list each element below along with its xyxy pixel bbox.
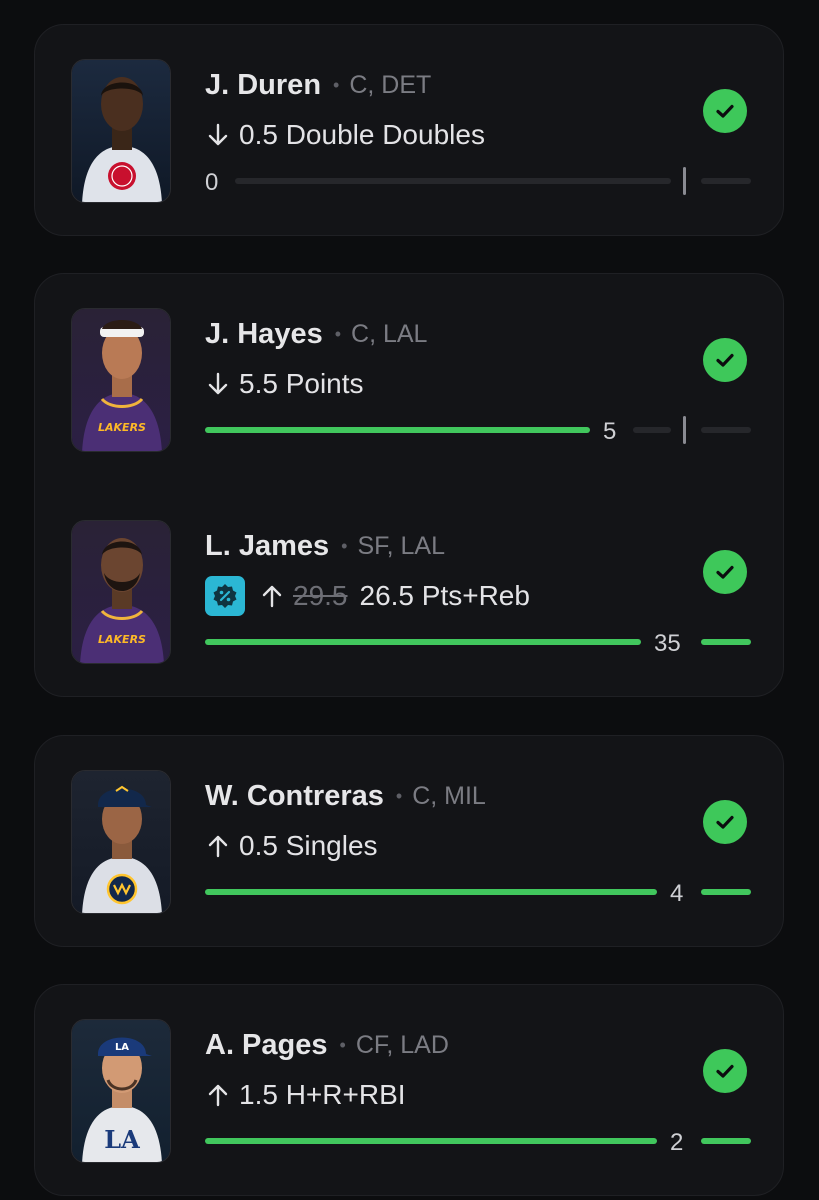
- player-info: J. Hayes • C, LAL: [205, 314, 427, 354]
- player-name: J. Hayes: [205, 317, 323, 350]
- pick-card-contreras[interactable]: W. Contreras • C, MIL 0.5 Singles 4: [34, 735, 784, 947]
- result-value: 0: [205, 169, 219, 196]
- player-position-team: C, MIL: [412, 781, 486, 810]
- player-position-team: C, LAL: [351, 319, 428, 348]
- pick-row[interactable]: LA LA A. Pages • CF, LAD 1.5 H+R+RBI 2: [35, 1019, 783, 1199]
- pick-line: 5.5 Points: [205, 364, 364, 404]
- svg-text:LAKERS: LAKERS: [98, 633, 146, 646]
- check-icon: [703, 89, 747, 133]
- pick-card-duren[interactable]: J. Duren • C, DET 0.5 Double Doubles 0: [34, 24, 784, 236]
- arrow-up-icon: [208, 1084, 228, 1107]
- player-name: A. Pages: [205, 1028, 328, 1061]
- line-marker: [683, 416, 686, 444]
- separator-dot: •: [334, 323, 342, 344]
- player-name: J. Duren: [205, 68, 322, 101]
- discount-badge-icon: [205, 576, 245, 616]
- line-text: 26.5 Pts+Reb: [359, 580, 530, 611]
- player-name: L. James: [205, 529, 330, 562]
- pick-card-lakers[interactable]: LAKERS J. Hayes • C, LAL 5.5 Points 5 LA…: [34, 273, 784, 697]
- line-text: 1.5 H+R+RBI: [239, 1079, 406, 1110]
- result-value: 5: [603, 418, 617, 445]
- result-value: 2: [670, 1129, 684, 1156]
- separator-dot: •: [395, 785, 403, 806]
- arrow-up-icon: [262, 585, 282, 608]
- check-icon: [703, 550, 747, 594]
- arrow-down-icon: [208, 123, 228, 146]
- player-info: A. Pages • CF, LAD: [205, 1025, 449, 1065]
- progress-track-extra: [701, 427, 751, 433]
- progress-fill: [205, 427, 590, 433]
- progress-fill: [205, 1138, 657, 1144]
- svg-text:LAKERS: LAKERS: [98, 421, 146, 434]
- pick-line: 0.5 Double Doubles: [205, 115, 485, 155]
- line-marker: [683, 167, 686, 195]
- check-icon: [703, 1049, 747, 1093]
- line-text: 0.5 Singles: [239, 830, 378, 861]
- progress-fill: [205, 889, 657, 895]
- player-position-team: SF, LAL: [357, 531, 446, 560]
- player-name: W. Contreras: [205, 779, 384, 812]
- pick-row[interactable]: W. Contreras • C, MIL 0.5 Singles 4: [35, 770, 783, 950]
- pick-row[interactable]: LAKERS L. James • SF, LAL 29.5 26.5 Pts+…: [35, 520, 783, 700]
- separator-dot: •: [333, 74, 340, 95]
- player-info: J. Duren • C, DET: [205, 65, 431, 105]
- progress-track-extra: [701, 178, 751, 184]
- separator-dot: •: [341, 535, 348, 556]
- pick-row[interactable]: J. Duren • C, DET 0.5 Double Doubles 0: [35, 59, 783, 239]
- player-info: W. Contreras • C, MIL: [205, 776, 486, 816]
- pick-line: 29.5 26.5 Pts+Reb: [205, 576, 530, 616]
- player-avatar: [71, 59, 171, 203]
- progress-fill-extra: [701, 889, 751, 895]
- line-text: 0.5 Double Doubles: [239, 119, 485, 150]
- check-icon: [703, 338, 747, 382]
- separator-dot: •: [339, 1034, 346, 1055]
- arrow-up-icon: [208, 835, 228, 858]
- pick-line: 0.5 Singles: [205, 826, 378, 866]
- player-position-team: CF, LAD: [355, 1030, 449, 1059]
- original-line: 29.5: [293, 580, 348, 611]
- player-avatar: [71, 770, 171, 914]
- pick-card-pages[interactable]: LA LA A. Pages • CF, LAD 1.5 H+R+RBI 2: [34, 984, 784, 1196]
- player-avatar: LA LA: [71, 1019, 171, 1163]
- check-icon: [703, 800, 747, 844]
- pick-row[interactable]: LAKERS J. Hayes • C, LAL 5.5 Points 5: [35, 308, 783, 488]
- progress-track: [235, 178, 671, 184]
- pick-line: 1.5 H+R+RBI: [205, 1075, 406, 1115]
- progress-fill-extra: [701, 1138, 751, 1144]
- progress-fill: [205, 639, 641, 645]
- player-position-team: C, DET: [349, 70, 432, 99]
- player-avatar: LAKERS: [71, 520, 171, 664]
- player-avatar: LAKERS: [71, 308, 171, 452]
- progress-track: [633, 427, 671, 433]
- arrow-down-icon: [208, 372, 228, 395]
- svg-text:LA: LA: [115, 1042, 129, 1053]
- player-info: L. James • SF, LAL: [205, 526, 445, 566]
- line-text: 5.5 Points: [239, 368, 364, 399]
- result-value: 35: [654, 630, 681, 657]
- progress-fill-extra: [701, 639, 751, 645]
- svg-text:LA: LA: [104, 1125, 140, 1154]
- result-value: 4: [670, 880, 684, 907]
